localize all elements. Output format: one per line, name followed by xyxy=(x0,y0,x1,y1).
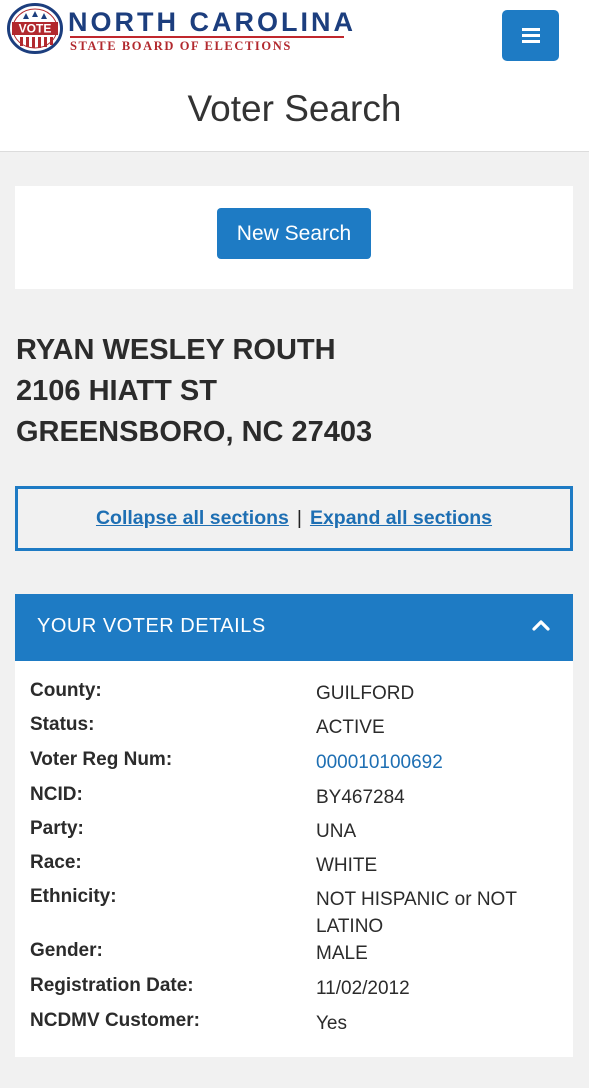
chevron-up-icon[interactable] xyxy=(531,618,551,632)
voter-city-state-zip: GREENSBORO, NC 27403 xyxy=(16,416,373,448)
detail-label: NCID: xyxy=(30,784,83,805)
detail-value: GUILFORD xyxy=(316,683,415,704)
hamburger-menu-icon-bar xyxy=(521,28,540,31)
logo-subtitle: STATE BOARD OF ELECTIONS xyxy=(70,39,292,53)
detail-label: Party: xyxy=(30,818,84,839)
hamburger-menu-icon-bar xyxy=(521,40,540,43)
section-controls: Collapse all sections | Expand all secti… xyxy=(15,486,573,551)
detail-value: MALE xyxy=(316,943,368,964)
detail-label: Ethnicity: xyxy=(30,886,117,907)
detail-label: Status: xyxy=(30,714,95,735)
detail-value: 11/02/2012 xyxy=(316,978,410,999)
detail-label: NCDMV Customer: xyxy=(30,1010,200,1031)
voter-street: 2106 HIATT ST xyxy=(16,375,217,407)
detail-label: Gender: xyxy=(30,940,103,961)
expand-all-link[interactable]: Expand all sections xyxy=(310,507,492,530)
detail-value: Yes xyxy=(316,1013,347,1034)
detail-label: Voter Reg Num: xyxy=(30,749,173,770)
new-search-card: New Search xyxy=(15,186,573,289)
top-bar: VOTE NORTH CAROLINA STATE BOARD OF ELECT… xyxy=(0,0,589,152)
logo-rule xyxy=(70,36,344,38)
logo-seal-text: VOTE xyxy=(19,22,52,36)
detail-value: BY467284 xyxy=(316,787,405,808)
detail-label: Registration Date: xyxy=(30,975,194,996)
detail-value: WHITE xyxy=(316,855,378,876)
voter-name-address: RYAN WESLEY ROUTH 2106 HIATT ST GREENSBO… xyxy=(16,330,372,453)
detail-value: NOT HISPANIC or NOT LATINO xyxy=(316,889,517,937)
logo-title: NORTH CAROLINA xyxy=(68,7,356,37)
detail-label: County: xyxy=(30,680,102,701)
hamburger-menu-icon-bar xyxy=(521,34,540,37)
nc-state-board-logo[interactable]: VOTE NORTH CAROLINA STATE BOARD OF ELECT… xyxy=(6,2,353,56)
detail-label: Race: xyxy=(30,852,82,873)
vote-seal-icon: VOTE xyxy=(7,3,63,54)
page-title: Voter Search xyxy=(187,88,402,129)
hamburger-menu-button[interactable] xyxy=(502,10,559,61)
voter-details-body: County: GUILFORD Status: ACTIVE Voter Re… xyxy=(15,661,573,1057)
voter-name: RYAN WESLEY ROUTH xyxy=(16,334,336,366)
detail-value: ACTIVE xyxy=(316,717,385,738)
collapse-all-link[interactable]: Collapse all sections xyxy=(96,507,289,530)
voter-details-title: YOUR VOTER DETAILS xyxy=(37,615,266,637)
voter-reg-num-link[interactable]: 000010100692 xyxy=(316,749,556,776)
new-search-button[interactable]: New Search xyxy=(217,208,371,259)
detail-value: UNA xyxy=(316,821,357,842)
section-controls-separator: | xyxy=(296,507,302,529)
voter-details-header[interactable]: YOUR VOTER DETAILS xyxy=(15,594,573,661)
